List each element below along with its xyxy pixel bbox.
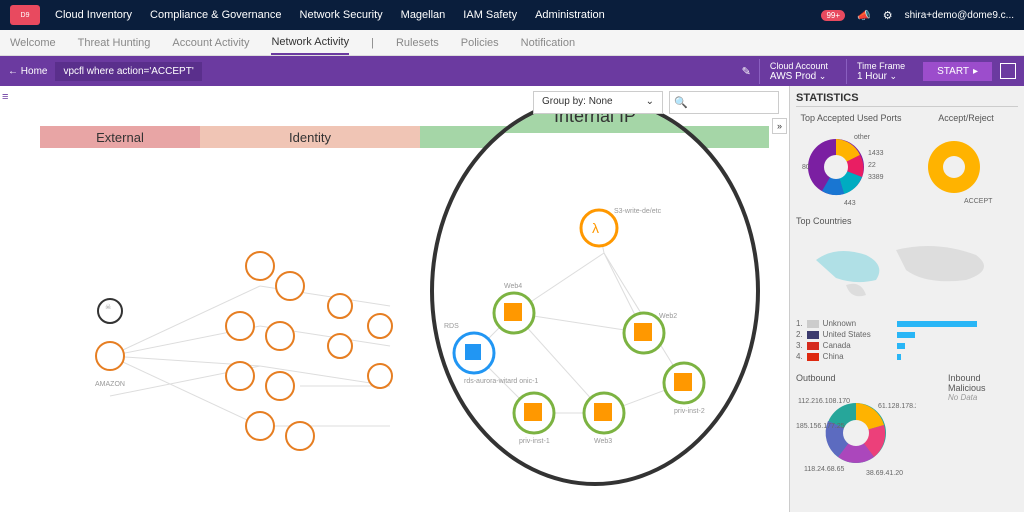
start-button[interactable]: START ▸ <box>923 62 992 81</box>
chevron-down-icon: ⌄ <box>646 96 654 109</box>
subtab-item[interactable]: Account Activity <box>172 32 249 54</box>
svg-text:rds-aurora-witard onic-1: rds-aurora-witard onic-1 <box>464 378 538 385</box>
country-row: 3.Canada <box>796 341 1018 350</box>
subtab-item[interactable]: Threat Hunting <box>78 32 151 54</box>
svg-text:priv-inst-1: priv-inst-1 <box>519 438 550 445</box>
home-button[interactable]: ← Home <box>8 66 47 77</box>
topnav-item[interactable]: Cloud Inventory <box>55 9 132 21</box>
subtab-item[interactable]: Notification <box>521 32 575 54</box>
svg-text:443: 443 <box>844 200 856 207</box>
cloud-account-selector[interactable]: Cloud AccountAWS Prod ⌄ <box>759 59 838 84</box>
world-map <box>796 230 1016 310</box>
edit-icon[interactable]: ✎ <box>742 65 751 78</box>
user-menu[interactable]: shira+demo@dome9.c... <box>905 10 1014 21</box>
logo: D9 <box>10 5 40 25</box>
svg-text:22: 22 <box>868 162 876 169</box>
svg-text:38.69.41.20: 38.69.41.20 <box>866 470 903 477</box>
subtab-item[interactable]: Rulesets <box>396 32 439 54</box>
country-row: 1.Unknown <box>796 319 1018 328</box>
svg-text:ACCEPT: ACCEPT <box>964 198 993 205</box>
stats-title: STATISTICS <box>796 92 1018 107</box>
query-text: vpcfl where action='ACCEPT' <box>55 62 201 81</box>
magnify-lens: Internal IP S3-write-de/etcλ Web4 Web2 R… <box>430 96 760 486</box>
subtab-item[interactable]: Network Activity <box>271 31 349 55</box>
country-row: 4.China <box>796 352 1018 361</box>
svg-text:61.128.178.227: 61.128.178.227 <box>878 403 916 410</box>
topnav-item[interactable]: IAM Safety <box>463 9 517 21</box>
subtab-item[interactable]: Policies <box>461 32 499 54</box>
subtab-item[interactable]: Welcome <box>10 32 56 54</box>
svg-text:185.156.177.25: 185.156.177.25 <box>796 423 845 430</box>
svg-text:80: 80 <box>802 164 810 171</box>
outbound-chart[interactable]: 112.216.108.170 61.128.178.227 185.156.1… <box>796 383 916 483</box>
panel-toggle-icon[interactable] <box>1000 63 1016 79</box>
top-nav: Cloud Inventory Compliance & Governance Ne… <box>55 9 821 21</box>
svg-text:RDS: RDS <box>444 323 459 330</box>
svg-text:3389: 3389 <box>868 174 884 181</box>
svg-text:1433: 1433 <box>868 150 884 157</box>
inbound-nodata: No Data <box>948 393 1018 402</box>
external-nodes[interactable]: AMAZON ☠ <box>95 299 125 388</box>
svg-text:S3-write-de/etc: S3-write-de/etc <box>614 208 662 215</box>
svg-text:Web3: Web3 <box>594 438 612 445</box>
inbound-title: Inbound Malicious <box>948 373 1018 393</box>
notif-badge[interactable]: 99+ <box>821 10 845 21</box>
svg-text:☠: ☠ <box>105 303 111 311</box>
sub-tabs: Welcome Threat Hunting Account Activity Net… <box>0 30 1024 56</box>
org-icon[interactable]: ⚙ <box>883 9 893 22</box>
country-row: 2.United States <box>796 330 1018 339</box>
topnav-item[interactable]: Administration <box>535 9 605 21</box>
stats-panel: STATISTICS Top Accepted Used Ports 80 14… <box>789 86 1024 512</box>
svg-text:Web2: Web2 <box>659 313 677 320</box>
svg-text:AMAZON: AMAZON <box>95 381 125 388</box>
subtab-item[interactable]: | <box>371 32 374 54</box>
country-list: 1.Unknown 2.United States 3.Canada 4.China <box>796 319 1018 361</box>
countries-title: Top Countries <box>796 216 1018 226</box>
svg-text:other: other <box>854 134 871 141</box>
topnav-item[interactable]: Compliance & Governance <box>150 9 281 21</box>
ports-chart[interactable]: Top Accepted Used Ports 80 1433 22 3389 … <box>796 113 906 210</box>
timeframe-selector[interactable]: Time Frame1 Hour ⌄ <box>846 59 915 84</box>
svg-text:λ: λ <box>592 220 599 236</box>
groupby-select[interactable]: Group by: None⌄ <box>533 91 663 114</box>
svg-text:Web4: Web4 <box>504 283 522 290</box>
outbound-title: Outbound <box>796 373 938 383</box>
accept-chart[interactable]: Accept/Reject ACCEPT <box>914 113 1018 210</box>
network-graph[interactable]: ≡ Group by: None⌄ 🔍 » External Identity … <box>0 86 789 512</box>
identity-nodes[interactable] <box>226 252 392 450</box>
svg-text:118.24.68.65: 118.24.68.65 <box>804 466 844 473</box>
topnav-item[interactable]: Network Security <box>300 9 383 21</box>
svg-text:priv-inst-2: priv-inst-2 <box>674 408 705 415</box>
search-input[interactable]: 🔍 <box>669 91 779 114</box>
svg-text:112.216.108.170: 112.216.108.170 <box>798 398 850 405</box>
announce-icon[interactable]: 📣 <box>857 9 871 22</box>
topnav-item[interactable]: Magellan <box>401 9 446 21</box>
